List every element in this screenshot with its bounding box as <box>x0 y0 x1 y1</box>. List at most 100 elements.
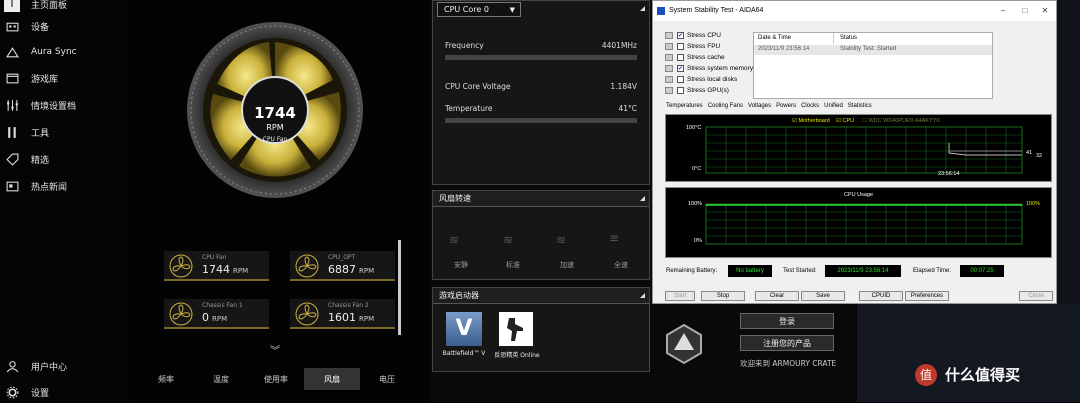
scrollbar[interactable] <box>398 240 401 335</box>
mode-turbo[interactable]: 加速 <box>549 260 585 270</box>
close-button[interactable]: Close <box>1019 291 1053 301</box>
table-row[interactable]: 2023/11/9 23:56:14 Stability Test: Start… <box>754 45 992 55</box>
register-product-button[interactable]: 注册您的产品 <box>740 335 834 351</box>
status-log: Date & Time Status 2023/11/9 23:56:14 St… <box>753 32 993 99</box>
account-panel: 登录 注册您的产品 欢迎来到 ARMOURY CRATE <box>652 304 857 402</box>
fan-card-cpu-opt[interactable]: CPU_OPT 6887 RPM <box>290 251 395 281</box>
tab-fan[interactable]: 风扇 <box>304 368 360 390</box>
mode-quiet[interactable]: 安静 <box>443 260 479 270</box>
save-button[interactable]: Save <box>801 291 845 301</box>
tab-temperature[interactable]: 温度 <box>193 368 249 390</box>
disk-icon <box>665 76 673 83</box>
sidebar-item-scenario-profiles[interactable]: 情境设置档 <box>0 94 125 116</box>
cpu-panel: CPU Core 0 ▼ Frequency 4401MHz CPU Core V… <box>432 0 650 185</box>
main-fan-rpm: 1744 <box>254 104 296 122</box>
sidebar-item-tools[interactable]: 工具 <box>0 121 125 143</box>
value-label: 100% <box>1026 201 1041 207</box>
y-axis-top: 100% <box>688 201 703 207</box>
fan-card-cpu-fan[interactable]: CPU Fan 1744 RPM <box>164 251 269 281</box>
counter-strike-icon[interactable] <box>499 312 533 346</box>
checkbox[interactable]: ✔ <box>677 32 684 39</box>
checkbox[interactable] <box>677 54 684 61</box>
column-header: Date & Time <box>754 33 834 44</box>
cpuid-button[interactable]: CPUID <box>859 291 903 301</box>
cpu-usage-graph: CPU Usage 100% 0% 100% <box>665 187 1052 258</box>
keyboard-icon <box>4 18 20 34</box>
fan-icon <box>169 254 193 278</box>
tab-powers[interactable]: Powers <box>776 103 796 109</box>
checkbox[interactable] <box>677 87 684 94</box>
fpu-icon <box>665 43 673 50</box>
panel-title: 风扇转速 <box>433 191 649 207</box>
fan-name: CPU_OPT <box>328 254 356 261</box>
fan-card-chassis-fan-1[interactable]: Chassis Fan 1 0 RPM <box>164 299 269 329</box>
legend-motherboard[interactable]: ☑ Motherboard <box>792 118 830 124</box>
fan-card-chassis-fan-2[interactable]: Chassis Fan 2 1601 RPM <box>290 299 395 329</box>
close-icon[interactable]: ✕ <box>1034 1 1056 21</box>
tab-statistics[interactable]: Statistics <box>848 103 872 109</box>
sidebar-item-aura-sync[interactable]: Aura Sync <box>0 41 125 63</box>
tab-frequency[interactable]: 频率 <box>138 368 194 390</box>
graph-title: CPU Usage <box>844 192 874 198</box>
tab-cooling-fans[interactable]: Cooling Fans <box>708 103 743 109</box>
memory-icon <box>665 65 673 72</box>
checkbox[interactable] <box>677 76 684 83</box>
tab-voltages[interactable]: Voltages <box>748 103 771 109</box>
tab-clocks[interactable]: Clocks <box>801 103 819 109</box>
sidebar-item-featured[interactable]: 精选 <box>0 148 125 170</box>
sidebar-item-label: 用户中心 <box>31 362 68 373</box>
minimize-button[interactable]: – <box>992 1 1014 21</box>
sidebar-item-user-center[interactable]: 用户中心 <box>0 355 125 377</box>
maximize-button[interactable]: □ <box>1014 1 1036 21</box>
tab-voltage[interactable]: 电压 <box>359 368 415 390</box>
panel-title: 游戏启动器 <box>433 288 649 304</box>
fan-value: 0 RPM <box>202 311 228 324</box>
sidebar-item-label: 主页面板 <box>31 0 68 11</box>
stop-button[interactable]: Stop <box>701 291 745 301</box>
game-name: 反恐精英 Online <box>494 352 540 359</box>
sidebar-item-settings[interactable]: 设置 <box>0 381 125 403</box>
temperature-graph: ☑ Motherboard ☑ CPU ☐ WDC WD40PURX-64AKY… <box>665 114 1052 182</box>
value-label: 32 <box>1036 153 1043 159</box>
sidebar-item-devices[interactable]: 设备 <box>0 15 125 37</box>
start-button[interactable]: Start <box>665 291 695 301</box>
y-axis-bottom: 0°C <box>692 166 702 172</box>
armoury-crate-logo-icon <box>666 323 702 365</box>
bottom-tabs: 频率 温度 使用率 风扇 电压 <box>130 366 430 394</box>
stress-fpu-option[interactable]: Stress FPU <box>665 43 720 50</box>
watermark-logo-icon: 值 <box>915 364 937 386</box>
chevron-down-icon: ▼ <box>509 6 515 14</box>
sidebar-item-news[interactable]: 热点新闻 <box>0 175 125 197</box>
clear-button[interactable]: Clear <box>755 291 799 301</box>
legend-cpu[interactable]: ☑ CPU <box>836 118 854 124</box>
tab-temperatures[interactable]: Temperatures <box>666 103 703 109</box>
chevron-down-icon[interactable]: ︾ <box>270 342 280 357</box>
stress-memory-option[interactable]: ✔ Stress system memory <box>665 65 753 72</box>
mode-full-speed[interactable]: 全速 <box>603 260 639 270</box>
stress-cpu-option[interactable]: ✔ Stress CPU <box>665 32 721 39</box>
checkbox[interactable]: ✔ <box>677 65 684 72</box>
battery-label: Remaining Battery: <box>666 268 718 274</box>
desktop-background <box>1057 0 1080 304</box>
sidebar-item-game-library[interactable]: 游戏库 <box>0 67 125 89</box>
preferences-button[interactable]: Preferences <box>905 291 949 301</box>
login-button[interactable]: 登录 <box>740 313 834 329</box>
tab-unified[interactable]: Unified <box>824 103 843 109</box>
legend-disk[interactable]: ☐ WDC WD40PURX-64AKYY0 <box>862 118 939 124</box>
stress-cache-option[interactable]: Stress cache <box>665 54 725 61</box>
checkbox[interactable] <box>677 43 684 50</box>
library-icon <box>4 70 20 86</box>
user-icon <box>4 358 20 374</box>
sidebar-item-dashboard[interactable]: I 主页面板 <box>0 0 125 15</box>
welcome-text: 欢迎来到 ARMOURY CRATE <box>740 359 837 368</box>
tab-usage[interactable]: 使用率 <box>248 368 304 390</box>
mode-standard[interactable]: 标准 <box>495 260 531 270</box>
voltage-row: CPU Core Voltage 1.184V <box>445 82 637 91</box>
fan-name: Chassis Fan 1 <box>202 302 243 309</box>
fan-icon <box>169 302 193 326</box>
main-fan-label: CPU Fan <box>262 136 288 143</box>
cpu-core-select[interactable]: CPU Core 0 ▼ <box>437 2 521 17</box>
stress-disks-option[interactable]: Stress local disks <box>665 76 737 83</box>
stress-gpu-option[interactable]: Stress GPU(s) <box>665 87 729 94</box>
battlefield-icon[interactable]: V <box>446 312 482 346</box>
